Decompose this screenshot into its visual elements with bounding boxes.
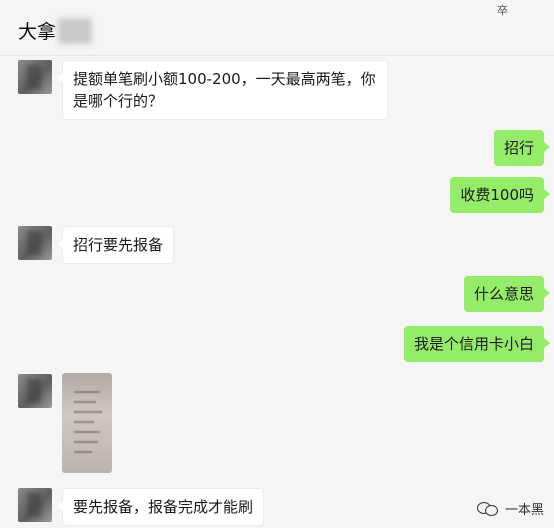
message-sent[interactable]: 收费100吗 <box>450 177 550 213</box>
watermark-text: 一本黑 <box>504 503 544 518</box>
avatar[interactable] <box>18 488 52 522</box>
wechat-icon <box>476 501 499 516</box>
image-text-line <box>74 411 102 413</box>
chat-header: 大拿 卒 <box>0 0 554 56</box>
chat-title: 大拿 <box>18 21 57 43</box>
blurred-name <box>58 18 92 44</box>
image-text-line <box>74 421 94 423</box>
avatar[interactable] <box>18 60 52 94</box>
image-text-line <box>74 391 100 393</box>
message-received[interactable]: 招行要先报备 <box>56 226 175 264</box>
message-sent[interactable]: 招行 <box>493 130 551 166</box>
image-text-line <box>74 431 100 433</box>
image-message[interactable] <box>62 373 112 473</box>
message-list[interactable]: 提额单笔刷小额100-200，一天最高两笔，你是哪个行的？ 招行 收费100吗 … <box>0 56 554 528</box>
avatar[interactable] <box>18 374 52 408</box>
watermark: 一本黑 <box>476 499 544 518</box>
image-text-line <box>74 401 96 403</box>
avatar[interactable] <box>18 226 52 260</box>
message-received[interactable]: 要先报备，报备完成才能刷 <box>56 488 265 526</box>
pin-icon[interactable]: 卒 <box>497 2 508 18</box>
message-sent[interactable]: 什么意思 <box>463 276 551 312</box>
message-sent[interactable]: 我是个信用卡小白 <box>403 326 551 362</box>
image-text-line <box>74 451 92 453</box>
message-received[interactable]: 提额单笔刷小额100-200，一天最高两笔，你是哪个行的？ <box>57 60 388 120</box>
image-text-line <box>74 441 98 443</box>
